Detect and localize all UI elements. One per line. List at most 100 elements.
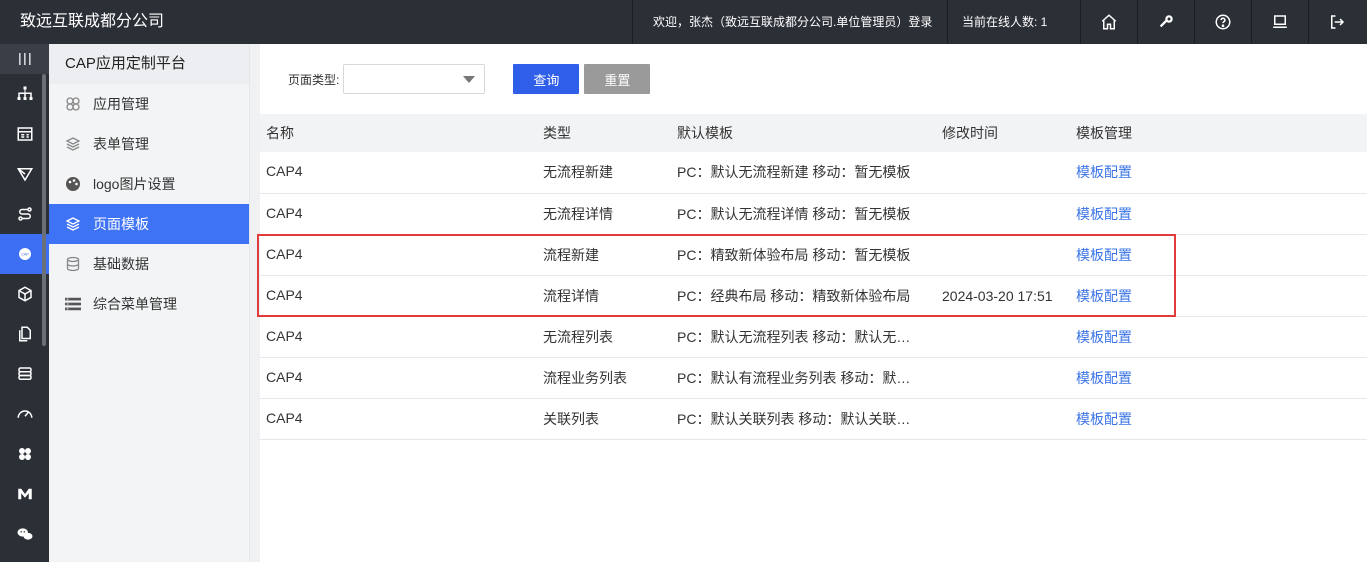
rail-item-database[interactable] (0, 354, 49, 394)
column-header-type[interactable]: 类型 (537, 114, 671, 152)
cube-icon (17, 286, 32, 302)
template-config-link[interactable]: 模板配置 (1076, 206, 1132, 222)
cell-name: CAP4 (266, 327, 303, 344)
cell-template: PC：默认无流程列表 移动：默认无… (677, 328, 911, 345)
layers-icon (65, 216, 81, 232)
rail-item-wechat[interactable] (0, 514, 49, 554)
table-row: CAP4 流程新建 PC：精致新体验布局 移动：暂无模板 模板配置 (260, 234, 1367, 275)
cell-name: CAP4 (266, 245, 303, 262)
reset-button[interactable]: 重置 (584, 64, 651, 94)
cell-time (936, 234, 1070, 275)
rail-scrollbar[interactable] (42, 74, 46, 346)
help-button[interactable] (1194, 0, 1251, 44)
subnav-item-logo-settings[interactable]: logo图片设置 (49, 164, 249, 204)
menu-list-icon (65, 296, 81, 312)
app-grid-icon (65, 96, 81, 112)
table-row: CAP4 无流程详情 PC：默认无流程详情 移动：暂无模板 模板配置 (260, 193, 1367, 234)
cell-type: 流程业务列表 (543, 369, 627, 386)
column-header-name[interactable]: 名称 (260, 114, 537, 152)
subnav-item-basic-data[interactable]: 基础数据 (49, 244, 249, 284)
key-button[interactable] (1137, 0, 1194, 44)
page-type-label: 页面类型: (288, 72, 340, 87)
cell-action: 模板配置 (1070, 152, 1367, 193)
cell-name: CAP4 (266, 368, 303, 385)
subnav-item-app-management[interactable]: 应用管理 (49, 84, 249, 124)
cell-template: PC：默认关联列表 移动：默认关联… (677, 410, 911, 427)
online-count: 当前在线人数: 1 (947, 0, 1080, 44)
palette-icon (65, 176, 81, 192)
cell-time (936, 193, 1070, 234)
cell-action: 模板配置 (1070, 275, 1367, 316)
rail-toggle[interactable] (0, 44, 49, 74)
table-row: CAP4 关联列表 PC：默认关联列表 移动：默认关联… 模板配置 (260, 398, 1367, 439)
brand-title: 致远互联成都分公司 (20, 13, 165, 30)
cell-time: 2024-03-20 17:51 (942, 287, 1053, 304)
sub-navigation: CAP应用定制平台 应用管理 表单管理 logo图片设置 页面模板 基础数据 综… (49, 44, 250, 562)
chevron-down-icon (463, 76, 476, 83)
form-table-icon (17, 127, 32, 141)
query-button[interactable]: 查询 (513, 64, 580, 94)
help-icon (1215, 14, 1231, 30)
column-header-default-template[interactable]: 默认模板 (671, 114, 936, 152)
cap-icon: CAP (18, 248, 31, 260)
top-bar: 致远互联成都分公司 欢迎，张杰（致远互联成都分公司.单位管理员）登录 当前在线人… (0, 0, 1367, 44)
database-icon (17, 367, 32, 380)
cell-name: CAP4 (266, 409, 303, 426)
cell-time (936, 316, 1070, 357)
cell-action: 模板配置 (1070, 398, 1367, 439)
column-header-template-management[interactable]: 模板管理 (1070, 114, 1367, 152)
template-config-link[interactable]: 模板配置 (1076, 329, 1132, 345)
template-config-link[interactable]: 模板配置 (1076, 411, 1132, 427)
cell-time (936, 398, 1070, 439)
page-type-select[interactable] (343, 64, 486, 94)
send-icon (16, 168, 33, 182)
logout-icon (1331, 15, 1345, 29)
template-config-link[interactable]: 模板配置 (1076, 370, 1132, 386)
table-row: CAP4 流程详情 PC：经典布局 移动：精致新体验布局 2024-03-20 … (260, 275, 1367, 316)
template-config-link[interactable]: 模板配置 (1076, 247, 1132, 263)
database-icon (65, 256, 81, 272)
table-row: CAP4 无流程列表 PC：默认无流程列表 移动：默认无… 模板配置 (260, 316, 1367, 357)
cell-template: PC：默认无流程新建 移动：暂无模板 (677, 164, 911, 181)
subnav-item-page-template[interactable]: 页面模板 (49, 204, 249, 244)
template-config-link[interactable]: 模板配置 (1076, 288, 1132, 304)
flower-icon (18, 448, 31, 460)
menu-bars-icon (18, 53, 31, 65)
rail-item-m[interactable] (0, 474, 49, 514)
icon-rail: CAP (0, 44, 49, 562)
cell-type: 无流程新建 (543, 164, 613, 181)
monitor-icon (1273, 15, 1287, 28)
cell-action: 模板配置 (1070, 357, 1367, 398)
monitor-button[interactable] (1251, 0, 1308, 44)
cell-name: CAP4 (266, 163, 303, 179)
subnav-item-form-management[interactable]: 表单管理 (49, 124, 249, 164)
cell-type: 无流程详情 (543, 205, 613, 222)
filter-bar: 页面类型: 查询 重置 (260, 44, 1367, 114)
cell-type: 关联列表 (543, 410, 599, 427)
subnav-item-menu-management[interactable]: 综合菜单管理 (49, 284, 249, 324)
home-button[interactable] (1080, 0, 1137, 44)
cell-type: 流程新建 (543, 246, 599, 263)
rail-item-gauge[interactable] (0, 394, 49, 434)
svg-text:CAP: CAP (21, 253, 29, 257)
subnav-item-label: 表单管理 (93, 136, 149, 152)
cell-template: PC：默认有流程业务列表 移动：默… (677, 369, 911, 386)
column-header-modified-time[interactable]: 修改时间 (936, 114, 1070, 152)
home-icon (1101, 14, 1117, 30)
cell-action: 模板配置 (1070, 193, 1367, 234)
subnav-item-label: 页面模板 (93, 216, 149, 232)
logout-button[interactable] (1308, 0, 1365, 44)
welcome-text: 欢迎，张杰（致远互联成都分公司.单位管理员）登录 (632, 0, 947, 44)
rail-item-flower[interactable] (0, 434, 49, 474)
cell-type: 流程详情 (543, 287, 599, 304)
cell-time (936, 152, 1070, 193)
key-icon (1159, 15, 1173, 28)
subnav-item-label: 应用管理 (93, 96, 149, 112)
table-row: CAP4 流程业务列表 PC：默认有流程业务列表 移动：默… 模板配置 (260, 357, 1367, 398)
cell-action: 模板配置 (1070, 316, 1367, 357)
copy-icon (18, 326, 31, 342)
layers-icon (65, 136, 81, 152)
template-config-link[interactable]: 模板配置 (1076, 164, 1132, 180)
subnav-title: CAP应用定制平台 (49, 44, 249, 84)
m-logo-icon (17, 488, 32, 500)
